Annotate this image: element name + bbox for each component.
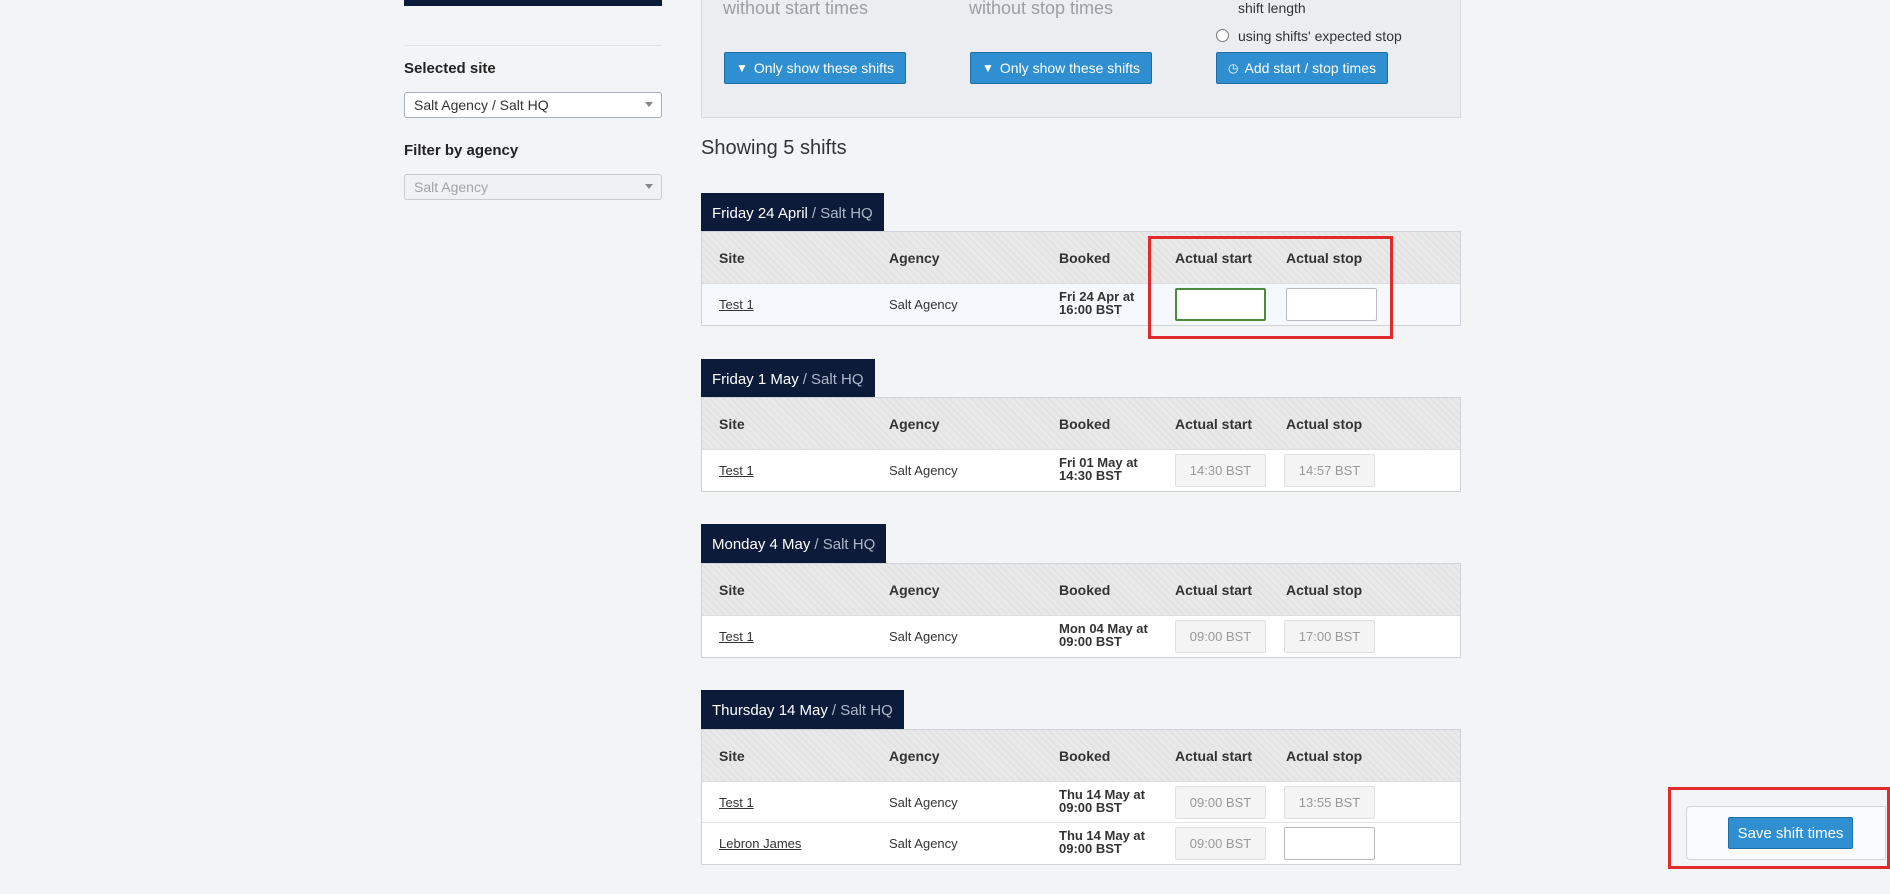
save-shift-times-button[interactable]: Save shift times (1728, 817, 1853, 849)
filter-agency-label: Filter by agency (404, 142, 519, 159)
site-link[interactable]: Test 1 (719, 795, 754, 810)
booked-line-2: 16:00 BST (1059, 302, 1122, 317)
col-site: Site (719, 748, 745, 764)
col-actual-start: Actual start (1175, 748, 1253, 764)
sidebar-divider (404, 45, 662, 46)
agency-cell: Salt Agency (889, 795, 958, 810)
col-actual-start: Actual start (1175, 416, 1253, 432)
actual-stop-input[interactable] (1284, 454, 1375, 487)
actual-start-input[interactable] (1175, 827, 1266, 860)
col-agency: Agency (889, 416, 940, 432)
actual-stop-input[interactable] (1284, 827, 1375, 860)
clock-icon: ◷ (1228, 61, 1239, 75)
booked-cell: Fri 01 May at 14:30 BST (1059, 456, 1138, 482)
col-booked: Booked (1059, 748, 1111, 764)
table-header: Site Agency Booked Actual start Actual s… (702, 398, 1460, 450)
col-site: Site (719, 250, 745, 266)
without-start-heading: without start times (723, 0, 869, 18)
day-tab: Friday 24 April / Salt HQ (701, 193, 884, 240)
day-date: Friday 1 May (712, 370, 799, 388)
filter-no-start-button[interactable]: ▼ Only show these shifts (724, 52, 906, 84)
shift-length-text: shift length (1238, 0, 1306, 16)
booked-line-2: 09:00 BST (1059, 634, 1122, 649)
site-link[interactable]: Lebron James (719, 836, 801, 851)
add-start-stop-label: Add start / stop times (1244, 60, 1376, 76)
col-site: Site (719, 582, 745, 598)
agency-cell: Salt Agency (889, 463, 958, 478)
col-actual-stop: Actual stop (1286, 582, 1363, 598)
filter-icon: ▼ (982, 61, 994, 75)
filter-no-start-label: Only show these shifts (753, 60, 894, 76)
col-site: Site (719, 416, 745, 432)
day-tab: Monday 4 May / Salt HQ (701, 524, 887, 571)
shift-table: Site Agency Booked Actual start Actual s… (701, 729, 1461, 865)
without-stop-heading: without stop times (969, 0, 1114, 18)
col-actual-start: Actual start (1175, 582, 1253, 598)
actual-stop-input[interactable] (1284, 786, 1375, 819)
col-booked: Booked (1059, 250, 1111, 266)
booked-line-2: 14:30 BST (1059, 468, 1122, 483)
filter-no-stop-button[interactable]: ▼ Only show these shifts (970, 52, 1152, 84)
filter-no-stop-label: Only show these shifts (999, 60, 1140, 76)
table-row: Test 1 Salt Agency Thu 14 May at 09:00 BS… (702, 782, 1460, 823)
actual-start-input[interactable] (1175, 786, 1266, 819)
booked-line-2: 09:00 BST (1059, 800, 1122, 815)
site-link[interactable]: Test 1 (719, 297, 754, 312)
col-agency: Agency (889, 250, 940, 266)
agency-cell: Salt Agency (889, 836, 958, 851)
day-site: / Salt HQ (811, 204, 873, 222)
day-tab: Thursday 14 May / Salt HQ (701, 690, 904, 737)
actual-stop-input[interactable] (1284, 620, 1375, 653)
annotation-box-inputs (1148, 236, 1393, 339)
booked-cell: Fri 24 Apr at 16:00 BST (1059, 290, 1134, 316)
sidebar-top-bar (404, 0, 662, 6)
day-date: Thursday 14 May (712, 701, 828, 719)
table-row: Lebron James Salt Agency Thu 14 May at 09… (702, 823, 1460, 864)
shift-table: Site Agency Booked Actual start Actual s… (701, 563, 1461, 658)
chevron-down-icon (645, 184, 653, 189)
shift-table: Site Agency Booked Actual start Actual s… (701, 397, 1461, 492)
expected-stop-label: using shifts' expected stop (1238, 28, 1402, 44)
day-site: / Salt HQ (802, 370, 864, 388)
table-row: Test 1 Salt Agency Mon 04 May at 09:00 BS… (702, 616, 1460, 657)
selected-site-select[interactable]: Salt Agency / Salt HQ (404, 92, 662, 118)
col-actual-stop: Actual stop (1286, 416, 1363, 432)
showing-count: Showing 5 shifts (701, 137, 847, 159)
booked-cell: Thu 14 May at 09:00 BST (1059, 788, 1145, 814)
filter-agency-value: Salt Agency (414, 179, 488, 195)
add-start-stop-button[interactable]: ◷ Add start / stop times (1216, 52, 1388, 84)
filter-icon: ▼ (736, 61, 748, 75)
selected-site-value: Salt Agency / Salt HQ (414, 97, 549, 113)
col-booked: Booked (1059, 416, 1111, 432)
day-date: Friday 24 April (712, 204, 808, 222)
day-site: / Salt HQ (831, 701, 893, 719)
site-link[interactable]: Test 1 (719, 463, 754, 478)
day-date: Monday 4 May (712, 535, 811, 553)
expected-stop-radio[interactable] (1216, 29, 1229, 42)
booked-cell: Thu 14 May at 09:00 BST (1059, 829, 1145, 855)
actual-start-input[interactable] (1175, 454, 1266, 487)
col-actual-stop: Actual stop (1286, 748, 1363, 764)
booked-cell: Mon 04 May at 09:00 BST (1059, 622, 1148, 648)
col-booked: Booked (1059, 582, 1111, 598)
chevron-down-icon (645, 102, 653, 107)
agency-cell: Salt Agency (889, 629, 958, 644)
table-header: Site Agency Booked Actual start Actual s… (702, 564, 1460, 616)
site-link[interactable]: Test 1 (719, 629, 754, 644)
table-header: Site Agency Booked Actual start Actual s… (702, 730, 1460, 782)
booked-line-2: 09:00 BST (1059, 841, 1122, 856)
agency-cell: Salt Agency (889, 297, 958, 312)
col-agency: Agency (889, 582, 940, 598)
day-tab: Friday 1 May / Salt HQ (701, 359, 875, 406)
filter-agency-select[interactable]: Salt Agency (404, 174, 662, 200)
actual-start-input[interactable] (1175, 620, 1266, 653)
table-row: Test 1 Salt Agency Fri 01 May at 14:30 BS… (702, 450, 1460, 491)
selected-site-label: Selected site (404, 60, 496, 77)
day-site: / Salt HQ (814, 535, 876, 553)
col-agency: Agency (889, 748, 940, 764)
